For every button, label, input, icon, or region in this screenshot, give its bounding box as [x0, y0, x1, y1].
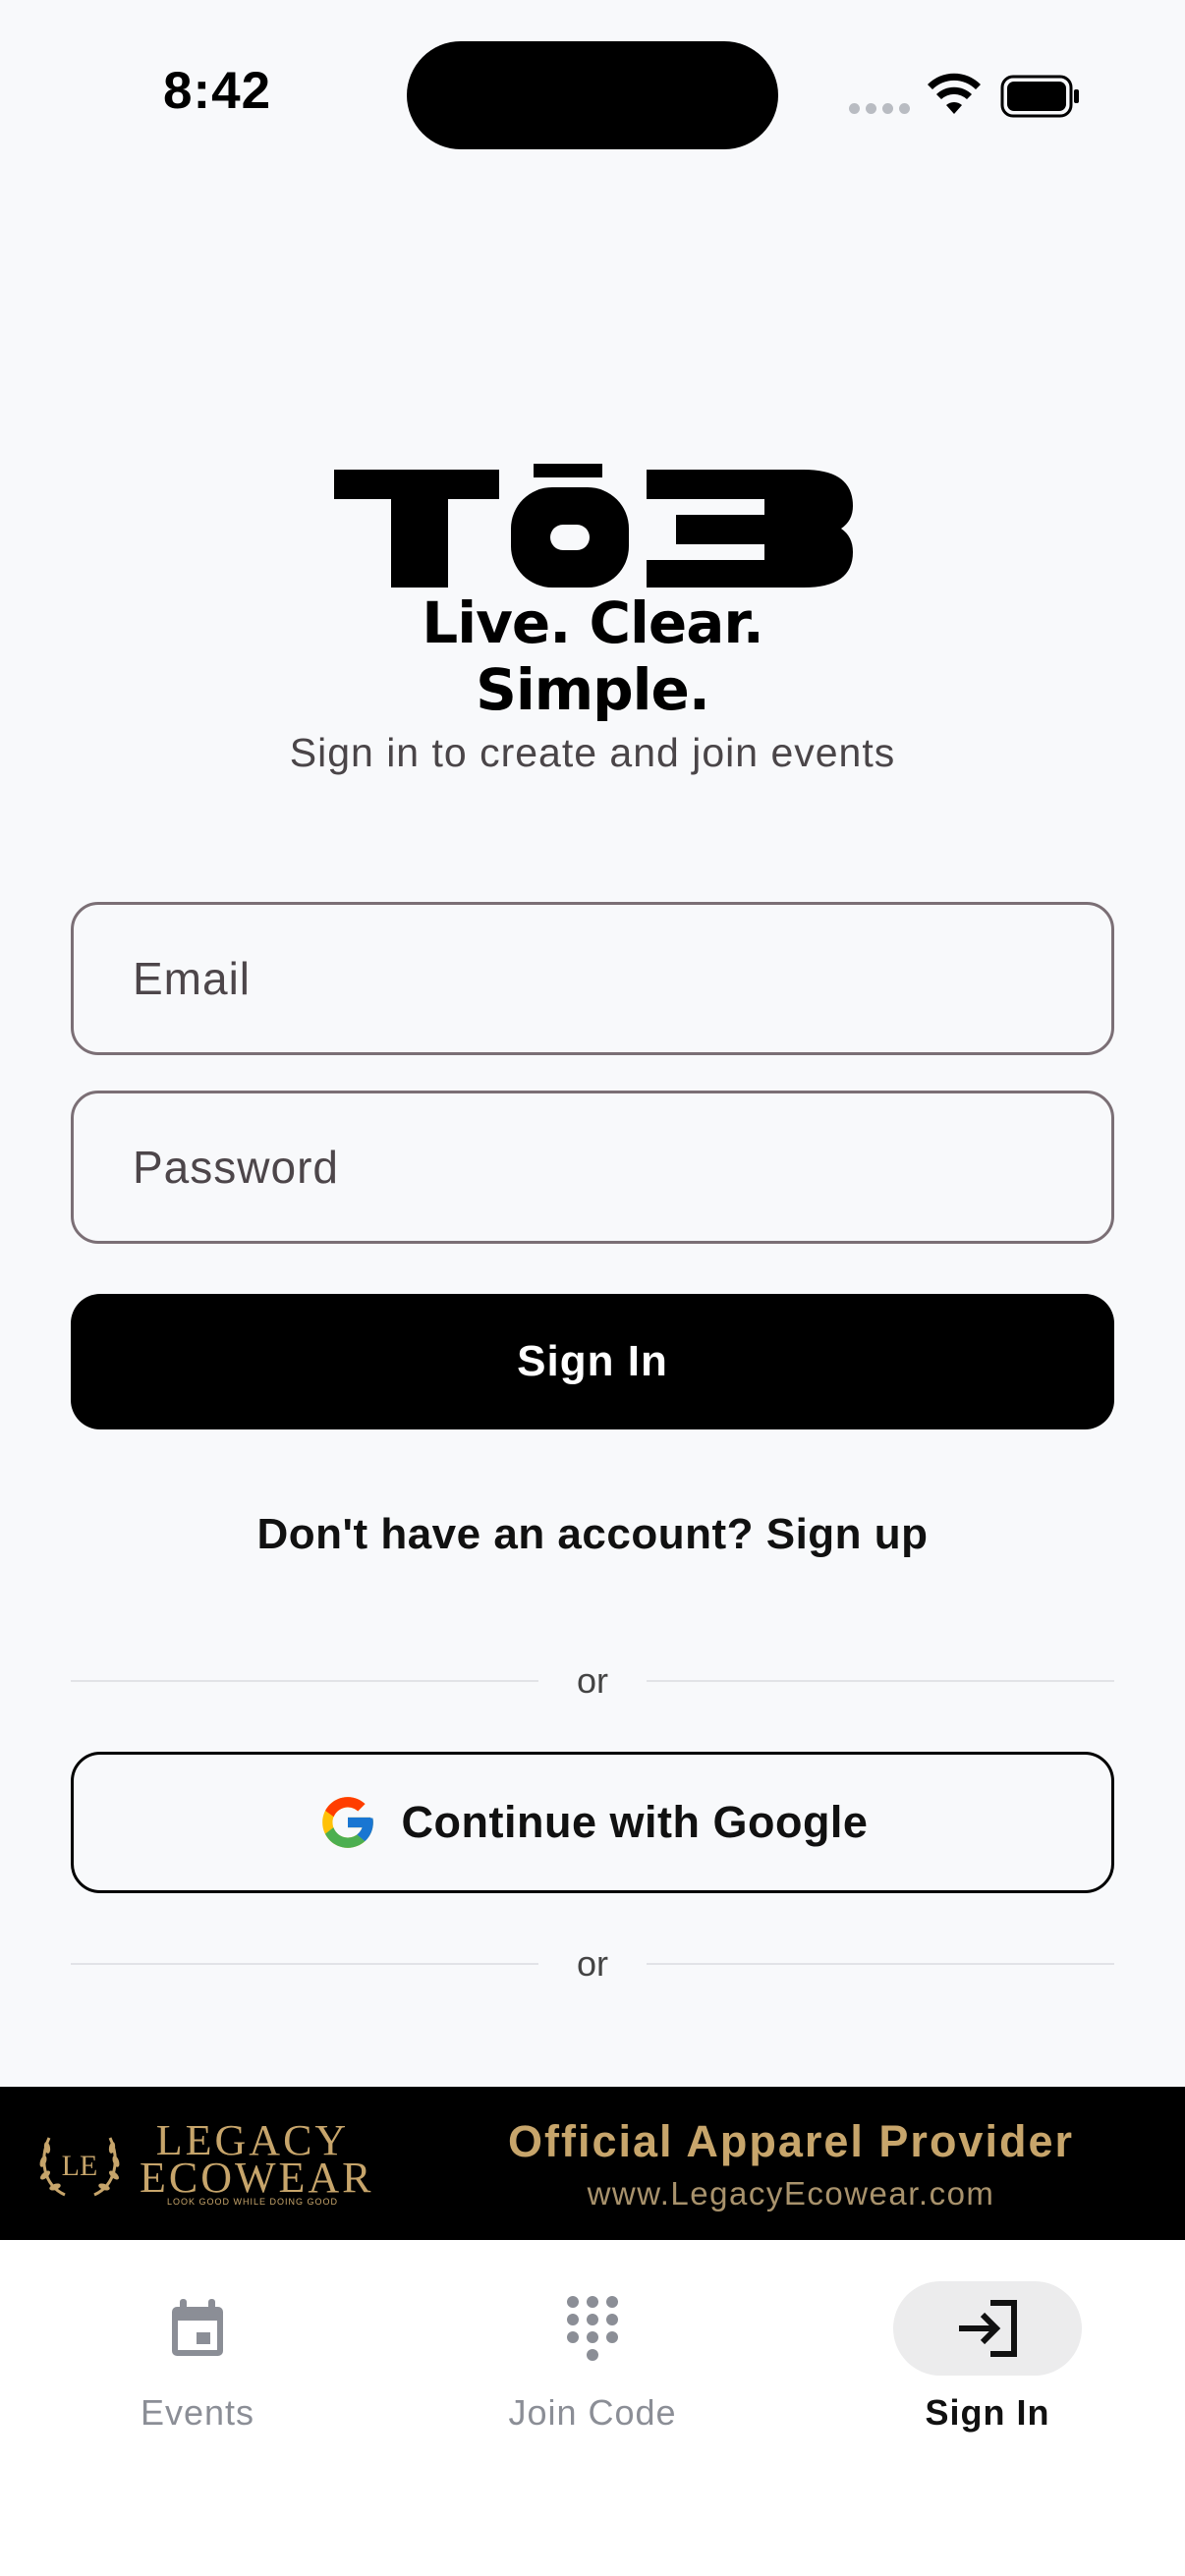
laurel-emblem-icon: LE	[39, 2137, 120, 2197]
or-divider: or	[71, 1938, 1114, 1988]
brand-line-2: ECOWEAR	[140, 2154, 374, 2202]
sign-in-screen: 8:42 Live. Clear. Simple. Sign in to cre…	[0, 0, 1185, 2576]
sign-up-link[interactable]: Don't have an account? Sign up	[0, 1510, 1185, 1559]
tab-events-label: Events	[140, 2392, 255, 2433]
tab-join-code-label: Join Code	[508, 2392, 677, 2433]
sign-in-button[interactable]: Sign In	[71, 1294, 1114, 1429]
email-input[interactable]	[133, 952, 1111, 1005]
divider-line	[647, 1963, 1114, 1965]
tab-sign-in-label: Sign In	[925, 2392, 1050, 2433]
tab-sign-in[interactable]: Sign In	[790, 2240, 1185, 2436]
tab-events-icon-wrap	[103, 2281, 292, 2376]
battery-icon	[1000, 75, 1079, 118]
sign-in-subtitle: Sign in to create and join events	[289, 730, 896, 775]
or-divider: or	[71, 1655, 1114, 1705]
wifi-icon	[928, 73, 981, 114]
dynamic-island	[407, 41, 778, 149]
sponsor-brand-tagline: LOOK GOOD WHILE DOING GOOD	[166, 2197, 339, 2207]
sponsor-url[interactable]: www.LegacyEcowear.com	[491, 2175, 1091, 2212]
status-time: 8:42	[163, 62, 272, 120]
bottom-tab-bar: Events Join Code Sign In	[0, 2240, 1185, 2576]
password-input[interactable]	[133, 1141, 1111, 1194]
sponsor-banner[interactable]: LE LEGACY ECOWEAR LOOK GOOD WHILE DOING …	[0, 2087, 1185, 2240]
tab-sign-in-icon-wrap	[893, 2281, 1082, 2376]
tab-events[interactable]: Events	[0, 2240, 395, 2436]
divider-line	[647, 1680, 1114, 1682]
email-field[interactable]	[71, 902, 1114, 1055]
logo-tagline: Live. Clear. Simple.	[422, 589, 764, 723]
google-icon	[321, 1797, 373, 1848]
logo-wordmark	[334, 464, 853, 588]
app-logo: Live. Clear. Simple.	[332, 462, 853, 723]
tab-join-code-icon-wrap	[498, 2281, 687, 2376]
sponsor-brand-name: LEGACY ECOWEAR	[140, 2119, 374, 2202]
continue-with-google-button[interactable]: Continue with Google	[71, 1752, 1114, 1893]
tab-join-code[interactable]: Join Code	[395, 2240, 790, 2436]
cellular-signal-icon	[849, 103, 910, 114]
sponsor-title: Official Apparel Provider	[508, 2116, 1074, 2166]
google-button-label: Continue with Google	[401, 1797, 869, 1847]
keypad-icon	[567, 2296, 618, 2361]
svg-text:LE: LE	[62, 2150, 98, 2182]
password-field[interactable]	[71, 1091, 1114, 1244]
calendar-icon	[172, 2299, 223, 2356]
sign-in-icon	[959, 2300, 1017, 2357]
